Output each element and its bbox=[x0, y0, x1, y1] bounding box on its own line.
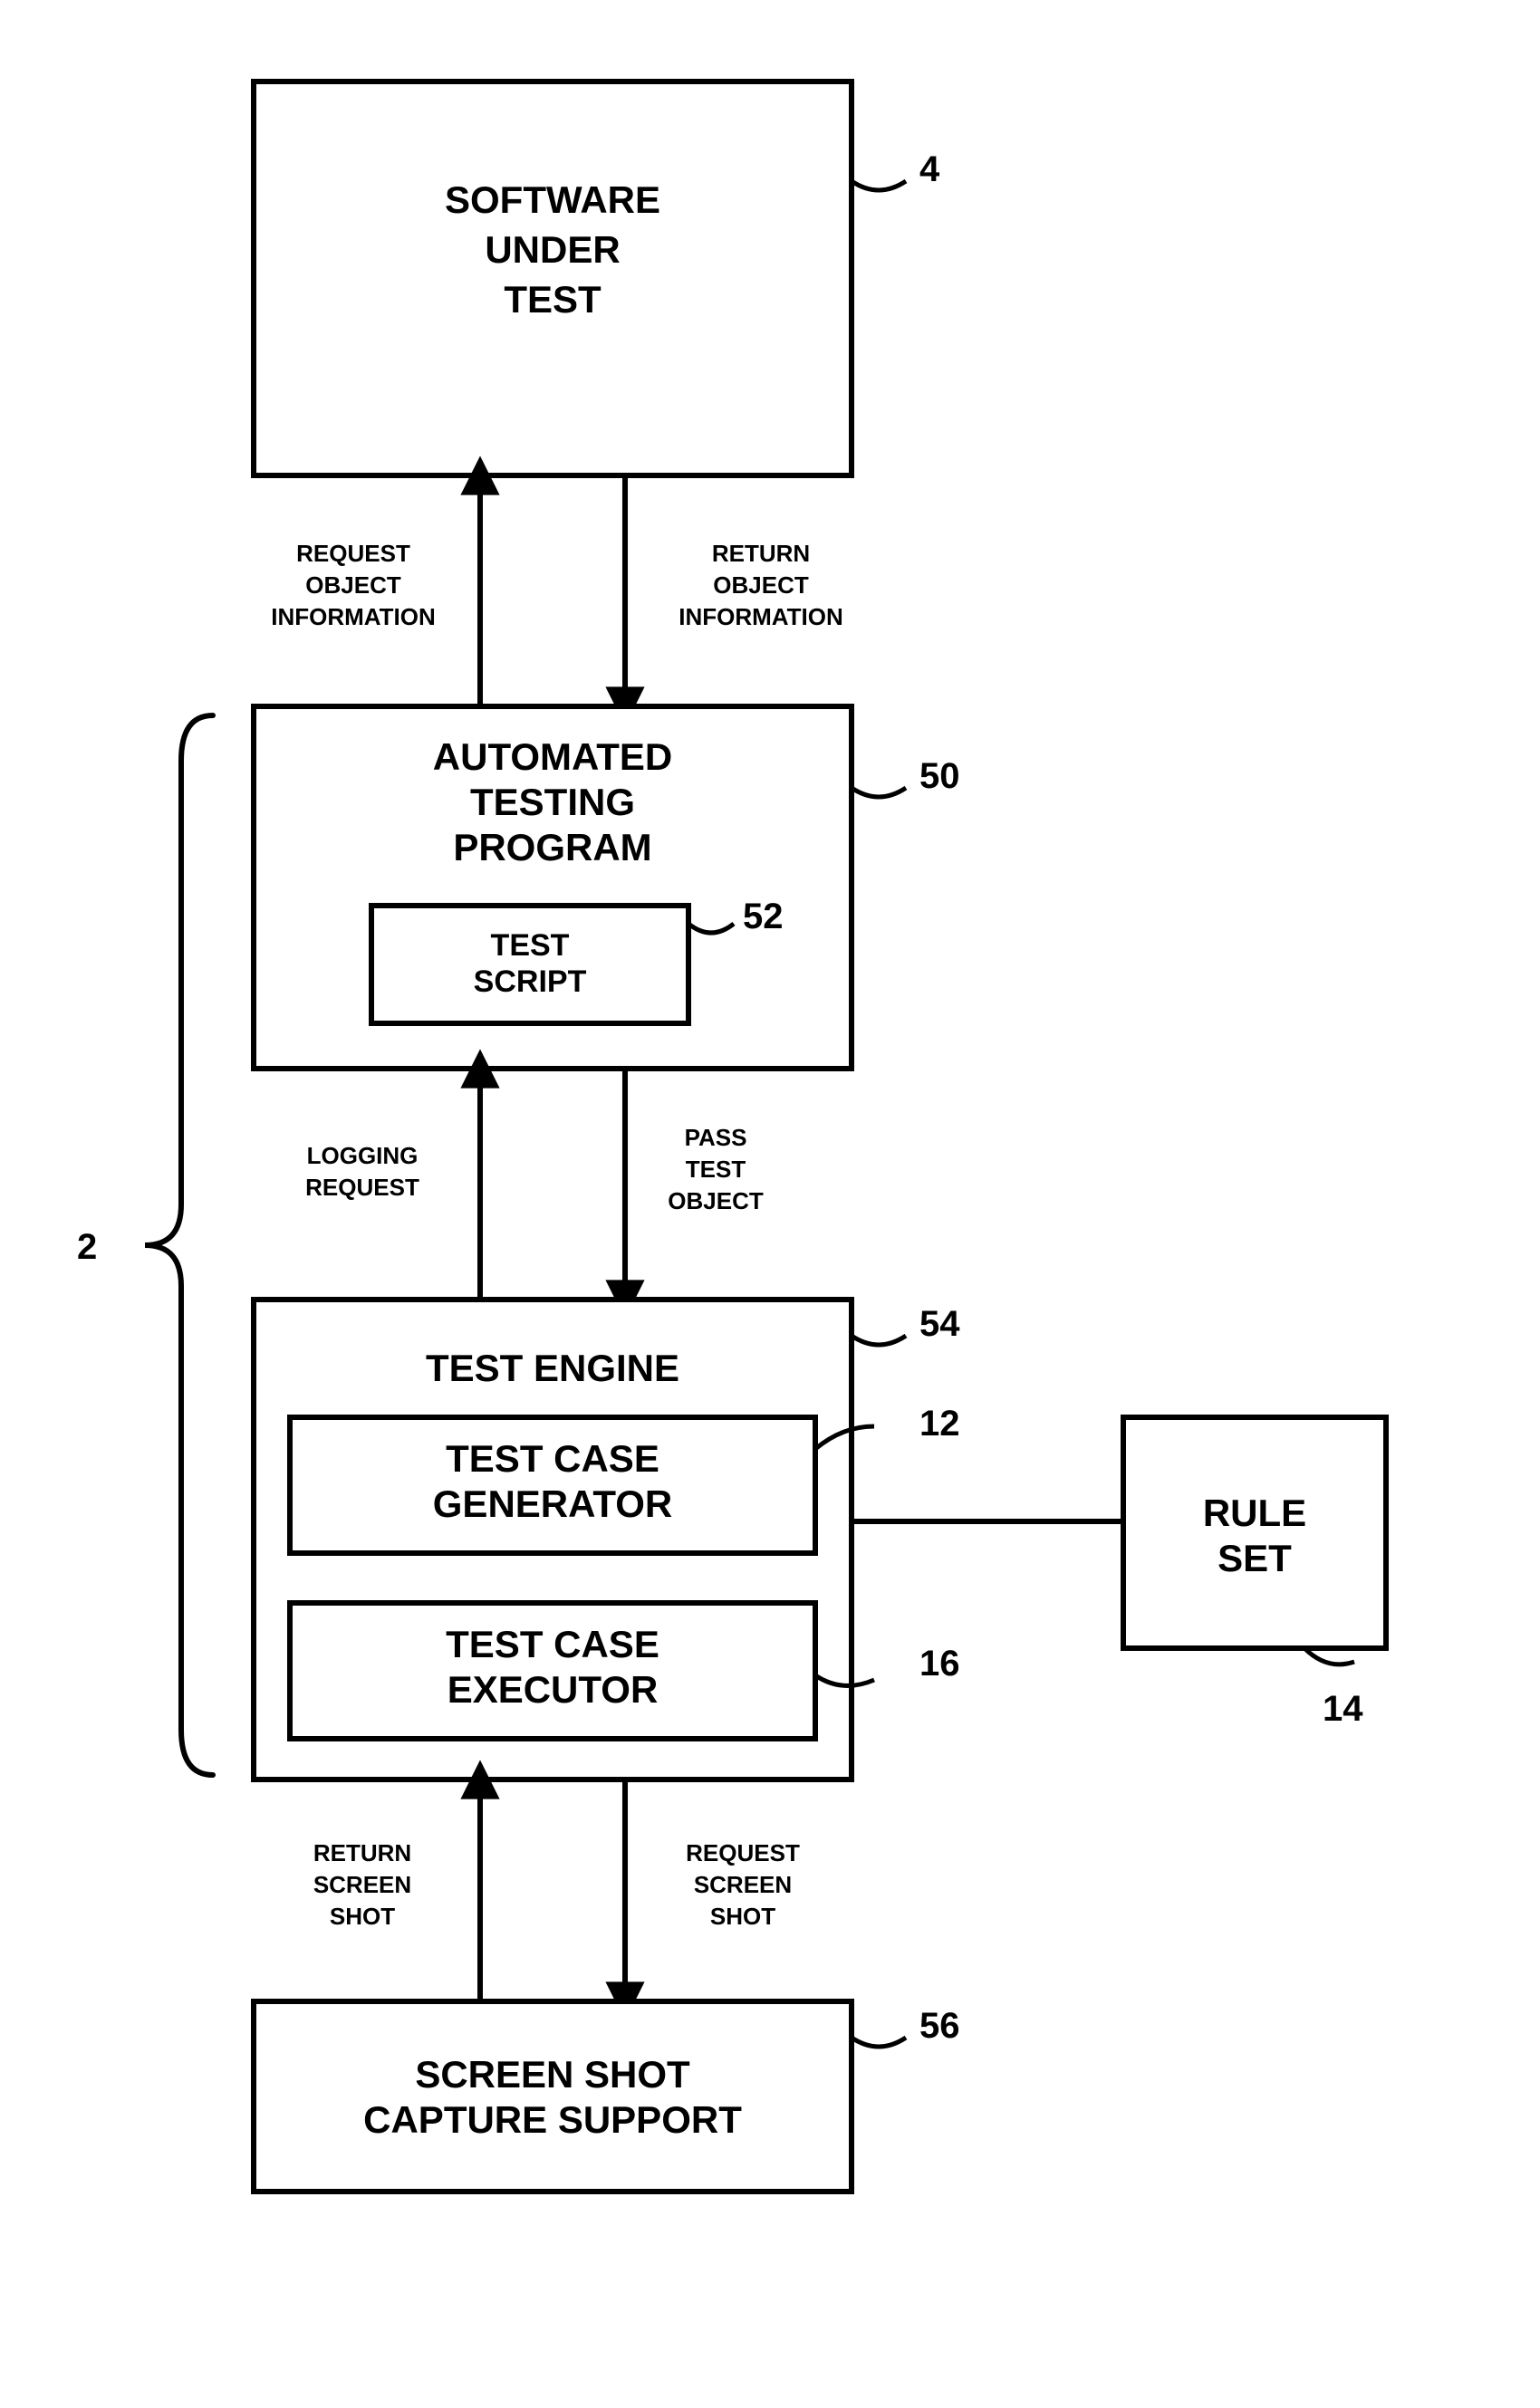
ref-tce: 16 bbox=[919, 1644, 960, 1684]
svg-text:REQUEST: REQUEST bbox=[296, 540, 410, 567]
box-rule-set: RULE SET 14 bbox=[1123, 1417, 1386, 1729]
box-software-under-test: SOFTWARE UNDER TEST 4 bbox=[254, 82, 940, 475]
box-test-case-generator: TEST CASE GENERATOR 12 bbox=[290, 1404, 960, 1553]
svg-text:OBJECT: OBJECT bbox=[668, 1187, 764, 1214]
svg-text:TEST: TEST bbox=[491, 928, 570, 963]
ref-ssc: 56 bbox=[919, 2006, 960, 2046]
ref-sut: 4 bbox=[919, 149, 940, 189]
svg-text:OBJECT: OBJECT bbox=[305, 571, 401, 599]
svg-text:CAPTURE SUPPORT: CAPTURE SUPPORT bbox=[363, 2098, 742, 2141]
ref-rule: 14 bbox=[1323, 1689, 1363, 1729]
svg-text:PASS: PASS bbox=[685, 1124, 747, 1151]
svg-text:GENERATOR: GENERATOR bbox=[433, 1482, 672, 1525]
svg-text:LOGGING: LOGGING bbox=[307, 1142, 419, 1169]
svg-text:AUTOMATED: AUTOMATED bbox=[433, 735, 672, 778]
svg-text:SHOT: SHOT bbox=[330, 1903, 395, 1930]
ref-tcg: 12 bbox=[919, 1404, 960, 1444]
svg-text:SCRIPT: SCRIPT bbox=[474, 964, 587, 999]
sut-line2: UNDER bbox=[485, 228, 620, 271]
box-test-case-executor: TEST CASE EXECUTOR 16 bbox=[290, 1603, 960, 1739]
svg-text:REQUEST: REQUEST bbox=[686, 1839, 800, 1866]
svg-text:OBJECT: OBJECT bbox=[713, 571, 809, 599]
svg-text:TEST CASE: TEST CASE bbox=[446, 1437, 659, 1480]
box-screen-shot-capture-support: SCREEN SHOT CAPTURE SUPPORT 56 bbox=[254, 2001, 960, 2192]
svg-text:SCREEN SHOT: SCREEN SHOT bbox=[415, 2053, 690, 2096]
ref-group: 2 bbox=[77, 1227, 97, 1267]
group-brace: 2 bbox=[77, 715, 213, 1775]
svg-text:RETURN: RETURN bbox=[313, 1839, 411, 1866]
svg-text:SHOT: SHOT bbox=[710, 1903, 775, 1930]
svg-text:RULE: RULE bbox=[1203, 1492, 1306, 1534]
svg-text:PROGRAM: PROGRAM bbox=[453, 826, 651, 868]
svg-text:SCREEN: SCREEN bbox=[313, 1871, 411, 1898]
svg-text:TEST: TEST bbox=[686, 1156, 746, 1183]
svg-text:SET: SET bbox=[1218, 1537, 1292, 1579]
svg-text:TEST ENGINE: TEST ENGINE bbox=[426, 1347, 679, 1389]
box-test-engine: TEST ENGINE 54 TEST CASE GENERATOR 12 TE… bbox=[254, 1300, 960, 1780]
svg-text:EXECUTOR: EXECUTOR bbox=[448, 1668, 659, 1711]
ref-script: 52 bbox=[743, 897, 784, 936]
svg-text:SCREEN: SCREEN bbox=[694, 1871, 792, 1898]
svg-text:REQUEST: REQUEST bbox=[305, 1174, 419, 1201]
sut-line1: SOFTWARE bbox=[445, 178, 660, 221]
svg-text:TEST CASE: TEST CASE bbox=[446, 1623, 659, 1665]
svg-text:TESTING: TESTING bbox=[470, 781, 635, 823]
edge-atp-engine: LOGGING REQUEST PASS TEST OBJECT bbox=[305, 1069, 764, 1300]
edge-engine-sshot: RETURN SCREEN SHOT REQUEST SCREEN SHOT bbox=[313, 1780, 800, 2001]
ref-atp: 50 bbox=[919, 756, 960, 796]
svg-text:INFORMATION: INFORMATION bbox=[271, 603, 436, 630]
sut-line3: TEST bbox=[504, 278, 602, 321]
svg-text:INFORMATION: INFORMATION bbox=[679, 603, 843, 630]
svg-text:RETURN: RETURN bbox=[712, 540, 810, 567]
edge-sut-atp: REQUEST OBJECT INFORMATION RETURN OBJECT… bbox=[271, 475, 843, 706]
box-automated-testing-program: AUTOMATED TESTING PROGRAM 50 TEST SCRIPT… bbox=[254, 706, 960, 1069]
ref-engine: 54 bbox=[919, 1304, 960, 1344]
